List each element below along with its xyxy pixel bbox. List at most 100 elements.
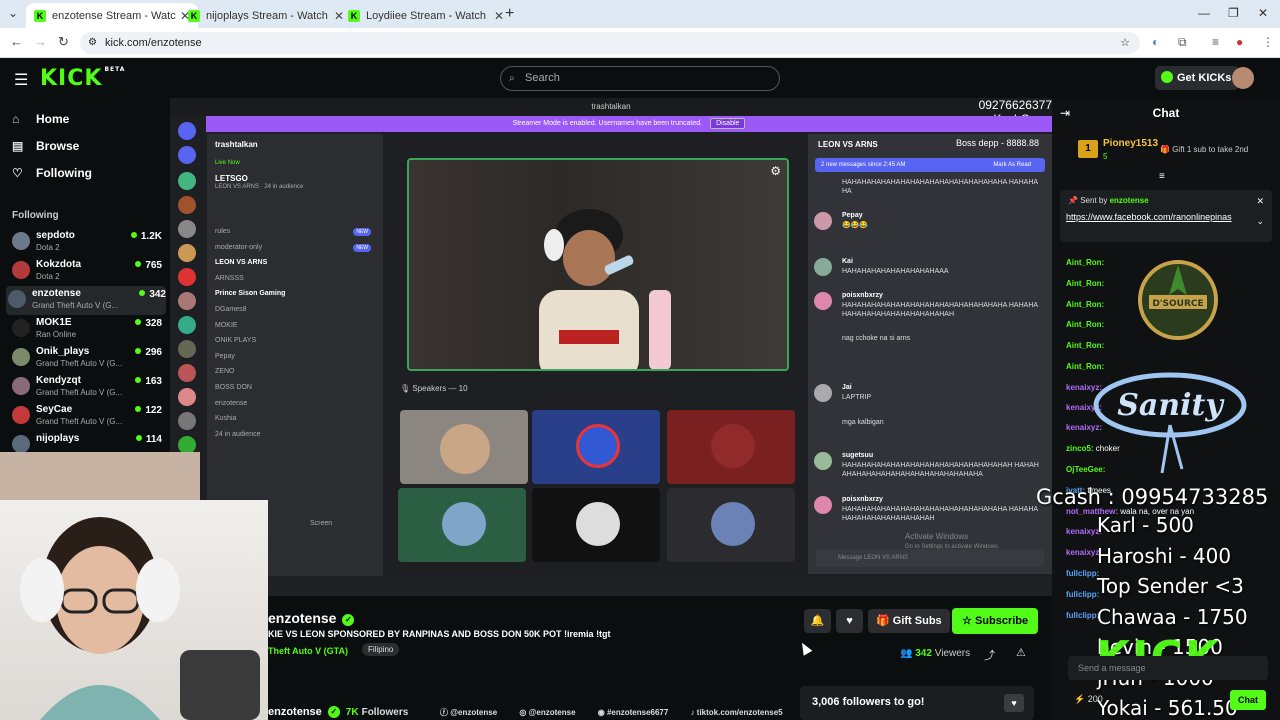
phone-overlay: 09276626377 <box>978 98 1052 112</box>
verified-icon: ✓ <box>342 614 355 626</box>
new-tab-button[interactable]: + <box>505 5 514 23</box>
gift-subs-button[interactable]: 🎁 Gift Subs <box>868 609 950 633</box>
url-text: kick.com/enzotense <box>105 37 202 49</box>
reading-list-icon[interactable]: ≡ <box>1212 35 1219 49</box>
message-author: Pepay <box>842 212 863 219</box>
channel-viewers: 296 <box>135 347 162 358</box>
gift-icon: 🎁 <box>876 615 890 627</box>
channel-viewers: 114 <box>136 434 162 445</box>
menu-dots-icon[interactable]: ⋮ <box>1262 35 1274 49</box>
close-icon[interactable]: ✕ <box>494 9 504 23</box>
user-avatar[interactable] <box>1232 67 1254 89</box>
back-icon[interactable]: ← <box>10 34 23 49</box>
following-item[interactable]: Onik_plays Grand Theft Auto V (G... 296 <box>10 344 162 373</box>
subscribe-button[interactable]: ☆ Subscribe <box>952 608 1039 634</box>
chat-username[interactable]: fullclipp: <box>1066 569 1099 578</box>
tab-loydiiee[interactable]: K Loydiiee Stream - Watch Live o ✕ <box>340 3 512 28</box>
leaderboard-toggle-icon[interactable]: ≡ <box>1159 171 1165 182</box>
bookmark-star-icon[interactable]: ☆ <box>1120 32 1130 54</box>
minimize-icon[interactable]: — <box>1198 6 1210 20</box>
following-item[interactable]: enzotense Grand Theft Auto V (G... 342 <box>6 286 166 315</box>
sidebar-item-browse[interactable]: ▤ Browse <box>12 139 79 153</box>
discord-channel-item: DGames8 <box>215 306 247 313</box>
profile-extension-icon[interactable]: ● <box>1236 35 1243 49</box>
message-text: HAHAHAHAHAHAHAHAHAHAHAHAHAHAHAHAHA HAHAH… <box>842 179 1039 195</box>
svg-text:Sanity: Sanity <box>1117 388 1225 423</box>
channel-name: Kendyzqt <box>36 375 81 386</box>
maximize-icon[interactable]: ❐ <box>1228 6 1239 20</box>
channel-name: Onik_plays <box>36 346 90 357</box>
event-sub: LEON VS ARNS · 24 in audience <box>215 184 304 190</box>
discord-channel-item: ZENO <box>215 368 235 376</box>
heart-icon[interactable]: ♥ <box>1004 694 1024 712</box>
instagram-link[interactable]: ◎ @enzotense <box>519 708 585 717</box>
forward-icon[interactable]: → <box>34 34 47 49</box>
discord-link[interactable]: ◉ #enzotense6677 <box>598 708 679 717</box>
disable-button: Disable <box>710 118 746 129</box>
pin-icon: 📌 <box>1068 196 1078 205</box>
tab-enzotense[interactable]: K enzotense Stream - Watch ✕ <box>26 3 198 28</box>
following-item[interactable]: SeyCae Grand Theft Auto V (G... 122 <box>10 402 162 431</box>
following-heading: Following <box>12 210 59 221</box>
tab-title: enzotense Stream - Watch <box>52 9 176 22</box>
report-icon[interactable]: ⚠ <box>1016 646 1026 659</box>
language-tag[interactable]: Filipino <box>362 643 400 656</box>
video-player[interactable]: trashtalkan 09276626377 KashG Streamer M… <box>170 98 1052 596</box>
pinned-link[interactable]: https://www.facebook.com/ranonlinepinas <box>1066 211 1250 223</box>
channel-avatar <box>12 319 30 337</box>
sidebar-item-following[interactable]: ♡ Following <box>12 166 92 180</box>
share-icon[interactable]: ⤴ <box>984 647 995 663</box>
chat-username[interactable]: Aint_Ron: <box>1066 258 1104 267</box>
chat-username[interactable]: fullclipp: <box>1066 611 1099 620</box>
site-info-icon[interactable]: ⚙ <box>88 32 97 54</box>
message-text: HAHAHAHAHAHAHAHAHAHAHAHAHAHAHAHAHA HAHAH… <box>842 506 1039 522</box>
following-item[interactable]: Kendyzqt Grand Theft Auto V (G... 163 <box>10 373 162 402</box>
follow-heart-button[interactable]: ♥ <box>836 609 863 633</box>
url-field[interactable]: ⚙ kick.com/enzotense ☆ <box>80 32 1140 54</box>
chat-username[interactable]: Aint_Ron: <box>1066 341 1104 350</box>
streamer-name[interactable]: enzotense ✓ <box>268 610 355 626</box>
chat-username[interactable]: Aint_Ron: <box>1066 279 1104 288</box>
chat-input[interactable]: Send a message <box>1068 656 1268 680</box>
tiktok-link[interactable]: ♪ tiktok.com/enzotense5 <box>691 708 793 717</box>
extension-icon[interactable]: ◐ <box>1152 35 1159 49</box>
about-row: enzotense ✓ 7K Followers <box>268 706 409 718</box>
discord-channel-item: ARNSSS <box>215 274 244 282</box>
speakers-label: 🎙 Speakers — 10 <box>400 384 468 393</box>
chat-username[interactable]: fullclipp: <box>1066 590 1099 599</box>
following-item[interactable]: Kokzdota Dota 2 765 <box>10 257 162 286</box>
chat-send-button[interactable]: Chat <box>1230 690 1266 710</box>
donation-entry: Karl - 500 <box>1097 513 1194 537</box>
left-sidebar: ⌂ Home ▤ Browse ♡ Following Following sepdo… <box>0 98 170 458</box>
tab-nijoplays[interactable]: K nijoplays Stream - Watch Live o ✕ <box>180 3 352 28</box>
close-window-icon[interactable]: ✕ <box>1258 6 1268 20</box>
message-avatar <box>814 496 832 514</box>
heart-icon: ♥ <box>846 615 853 627</box>
points-display[interactable]: ⚡ 200 <box>1074 694 1103 705</box>
new-badge: NEW <box>353 243 371 252</box>
stream-category[interactable]: Theft Auto V (GTA) <box>268 646 348 656</box>
unpin-icon[interactable]: ✕ <box>1256 196 1264 207</box>
hamburger-menu-icon[interactable]: ☰ <box>14 70 28 90</box>
kick-logo[interactable]: KICK BETA <box>40 66 125 91</box>
webcam-overlay <box>0 500 268 720</box>
get-kicks-button[interactable]: Get KICKs <box>1155 66 1240 90</box>
following-item[interactable]: sepdoto Dota 2 1.2K <box>10 228 162 257</box>
channel-category: Grand Theft Auto V (G... <box>36 359 123 368</box>
chat-header: LEON VS ARNS <box>818 140 878 149</box>
chevron-down-icon[interactable]: ⌄ <box>1256 216 1264 227</box>
chat-message: Aint_Ron: <box>1066 258 1104 267</box>
top-gifter-name[interactable]: Pioney1513 <box>1103 138 1158 149</box>
reload-icon[interactable]: ↻ <box>58 34 69 50</box>
tab-search-icon[interactable]: ⌄ <box>8 6 18 20</box>
sidebar-item-home[interactable]: ⌂ Home <box>12 112 69 126</box>
chat-username[interactable]: Aint_Ron: <box>1066 300 1104 309</box>
following-item[interactable]: MOK1E Ran Online 328 <box>10 315 162 344</box>
extensions-puzzle-icon[interactable]: ⧉ <box>1178 35 1187 50</box>
donation-entry: Haroshi - 400 <box>1097 543 1232 568</box>
browse-icon: ▤ <box>12 139 24 153</box>
chat-username[interactable]: Aint_Ron: <box>1066 320 1104 329</box>
facebook-link[interactable]: ⓕ @enzotense <box>440 708 507 717</box>
notification-bell-button[interactable]: 🔔 <box>804 609 831 633</box>
search-input[interactable]: ⌕ Search <box>500 66 780 91</box>
